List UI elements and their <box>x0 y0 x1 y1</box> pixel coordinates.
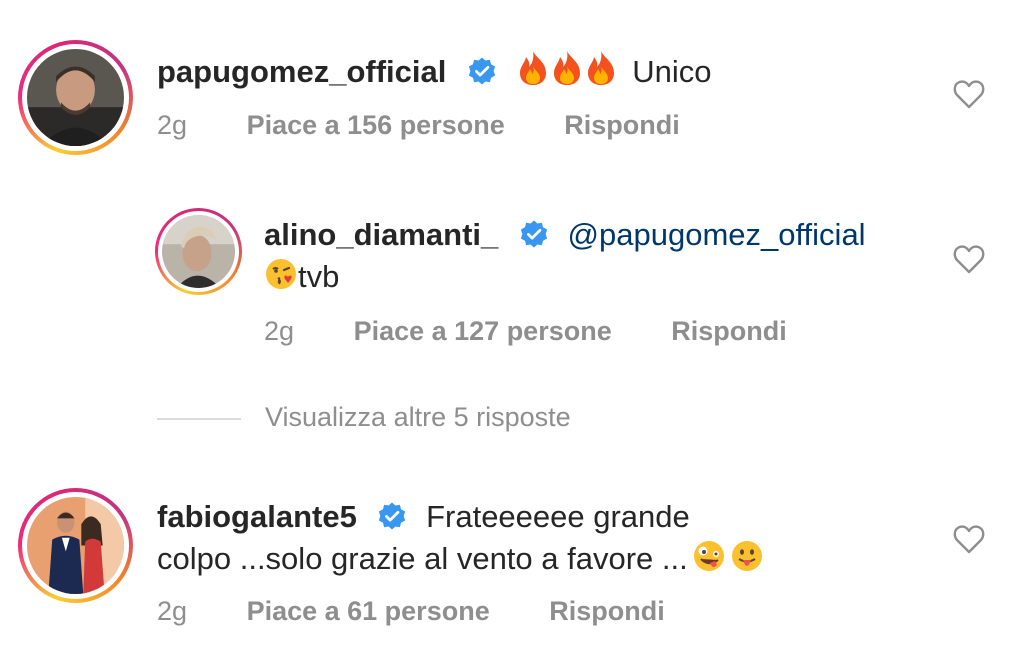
verified-badge-icon <box>379 502 406 530</box>
avatar-photo <box>162 215 235 288</box>
comment-text-line-2: colpo ...solo grazie al vento a favore .… <box>157 538 764 584</box>
comment-text-continued: colpo ...solo grazie al vento a favore .… <box>157 541 688 576</box>
mention-link[interactable]: @papugomez_official <box>568 217 866 252</box>
username[interactable]: fabiogalante5 <box>157 499 357 534</box>
fire-emoji-icon <box>584 50 618 97</box>
comment-time: 2g <box>264 316 295 346</box>
heart-icon[interactable] <box>952 78 986 110</box>
comment-text: tvb <box>298 259 340 294</box>
tongue-face-emoji-icon <box>730 539 764 584</box>
view-more-label: Visualizza altre 5 risposte <box>265 402 571 432</box>
zany-face-emoji-icon <box>692 539 726 584</box>
divider <box>157 417 241 420</box>
comment-text-line-2: tvb <box>264 256 339 302</box>
fire-emoji-icon <box>550 50 584 97</box>
view-more-replies-button[interactable]: Visualizza altre 5 risposte <box>157 402 571 442</box>
kissing-heart-emoji-icon <box>264 257 298 302</box>
avatar-photo <box>27 497 124 594</box>
comment-text-line: alino_diamanti_ @papugomez_official <box>264 214 866 256</box>
comment-papugomez: papugomez_official Unico 2g Piace a 156 … <box>0 0 1024 170</box>
avatar[interactable] <box>18 40 133 155</box>
verified-badge-icon <box>468 57 496 85</box>
avatar[interactable] <box>155 208 242 295</box>
comment-meta: 2g Piace a 61 persone Rispondi <box>157 596 665 627</box>
reply-button[interactable]: Rispondi <box>549 596 665 627</box>
likes-count[interactable]: Piace a 156 persone <box>247 110 505 141</box>
likes-count[interactable]: Piace a 127 persone <box>354 316 612 347</box>
reply-button[interactable]: Rispondi <box>671 316 787 347</box>
likes-count[interactable]: Piace a 61 persone <box>247 596 490 627</box>
fire-emoji-icon <box>516 50 550 97</box>
heart-icon[interactable] <box>952 523 986 555</box>
comment-time: 2g <box>157 110 188 140</box>
comment-time: 2g <box>157 596 188 626</box>
comment-fabiogalante: fabiogalante5 Frateeeeee grande colpo ..… <box>0 470 1024 656</box>
comment-text: Unico <box>632 54 712 89</box>
avatar-photo <box>27 49 124 146</box>
comment-text-line: fabiogalante5 Frateeeeee grande <box>157 496 690 538</box>
avatar[interactable] <box>18 488 133 603</box>
reply-button[interactable]: Rispondi <box>564 110 680 141</box>
username[interactable]: papugomez_official <box>157 54 446 89</box>
heart-icon[interactable] <box>952 243 986 275</box>
comment-text: Frateeeeee grande <box>426 499 690 534</box>
comment-text-line: papugomez_official Unico <box>157 50 712 97</box>
reply-alino-diamanti: alino_diamanti_ @papugomez_official tvb … <box>0 190 1024 390</box>
verified-badge-icon <box>520 220 548 248</box>
comment-meta: 2g Piace a 156 persone Rispondi <box>157 110 680 141</box>
username[interactable]: alino_diamanti_ <box>264 217 498 252</box>
comment-meta: 2g Piace a 127 persone Rispondi <box>264 316 787 347</box>
